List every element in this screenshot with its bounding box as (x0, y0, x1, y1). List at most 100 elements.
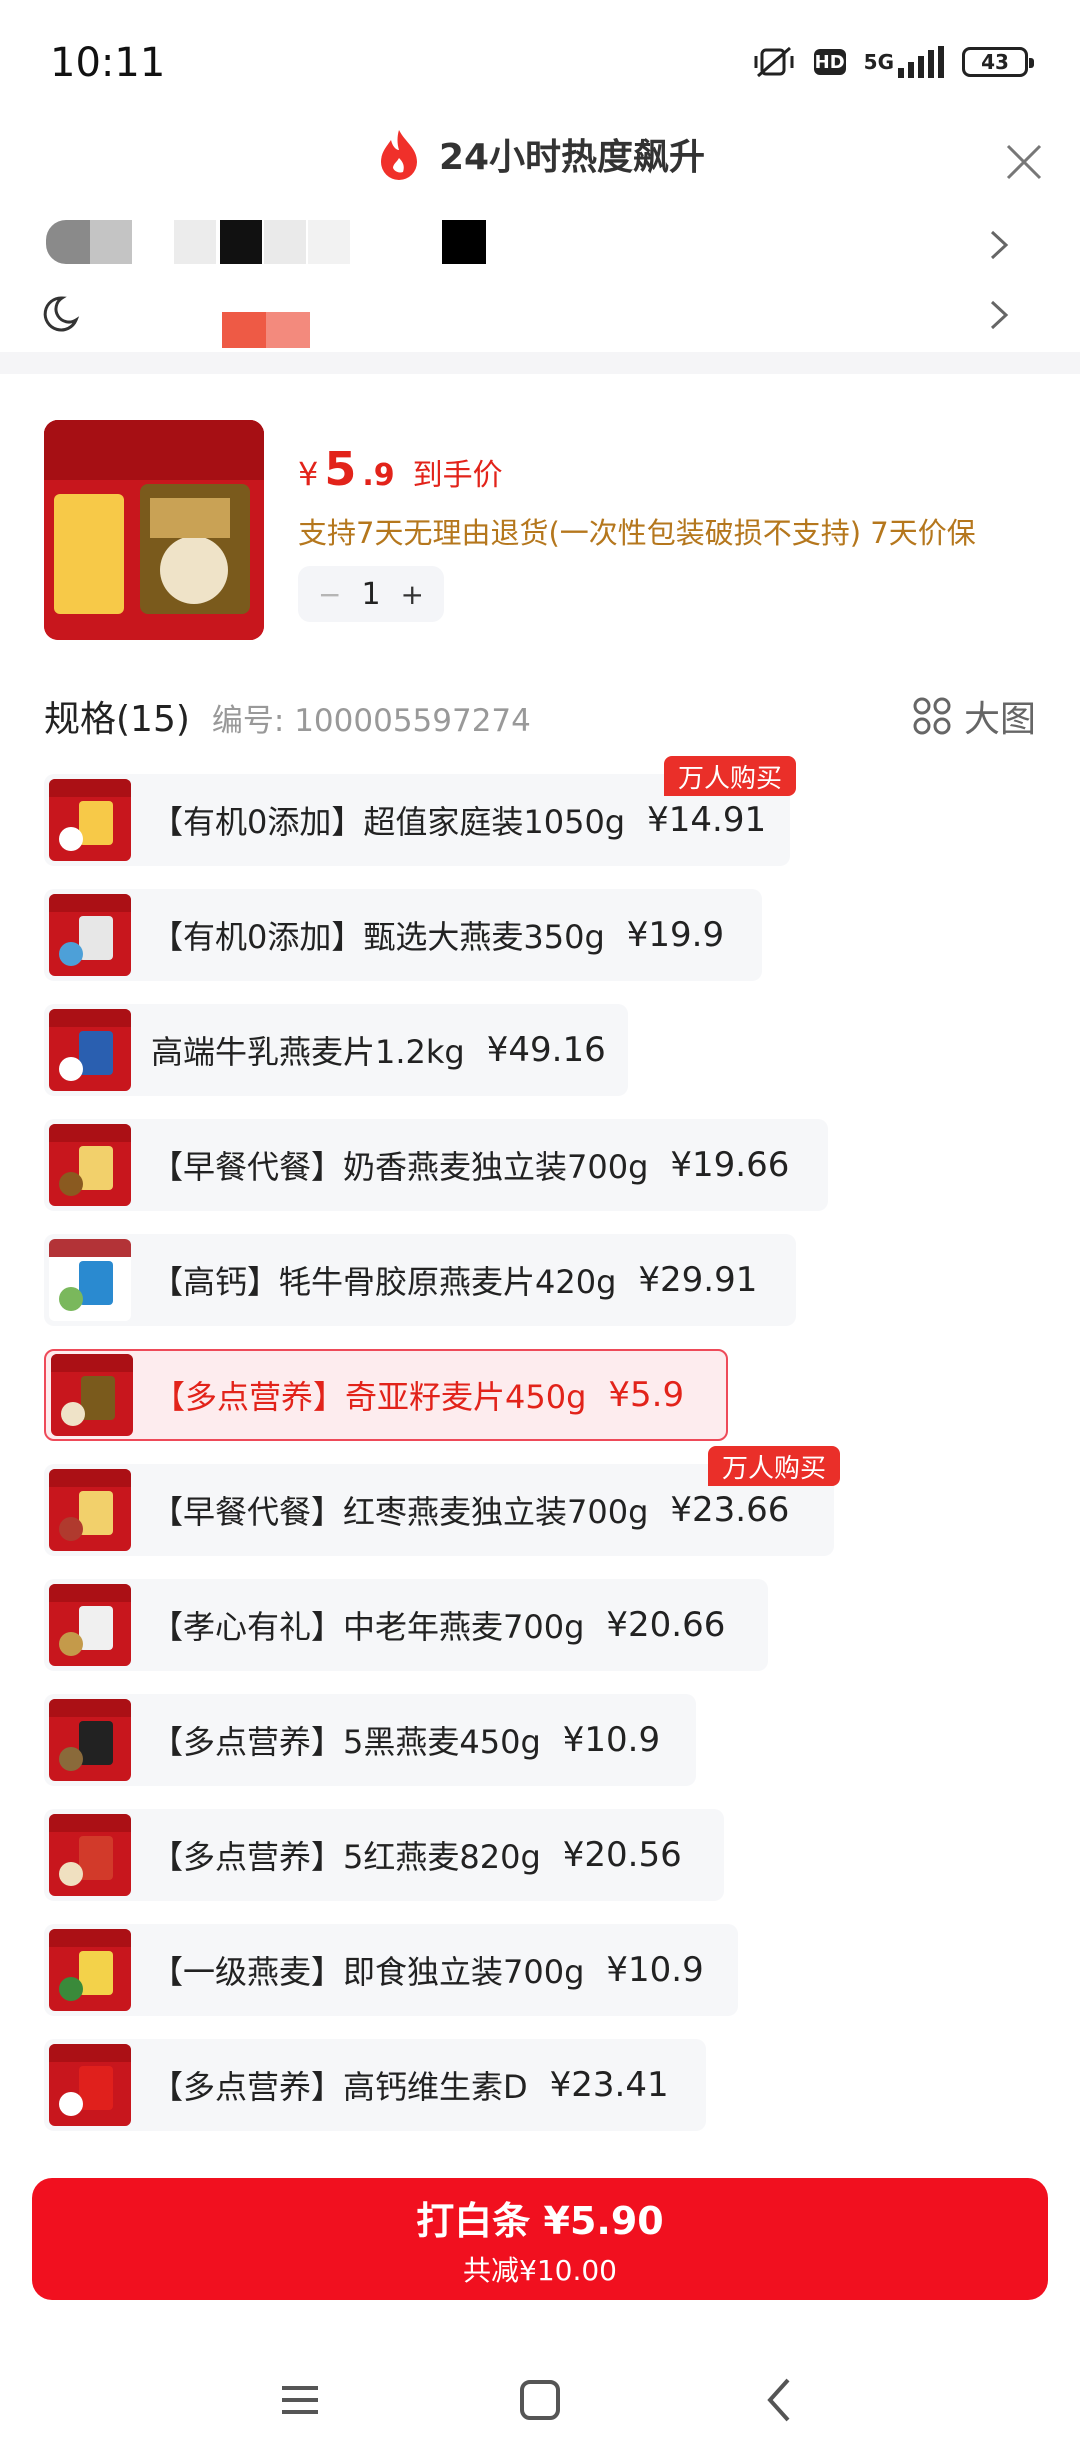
popular-tag: 万人购买 (708, 1446, 841, 1486)
address-row[interactable] (40, 214, 1040, 274)
status-bar: 10:11 HD 5G 43 (0, 0, 1080, 120)
spec-option[interactable]: 【早餐代餐】奶香燕麦独立装700g ¥19.66 (44, 1119, 828, 1211)
big-image-label: 大图 (963, 699, 1036, 740)
signal-icon: 5G (864, 46, 944, 78)
spec-option[interactable]: 【高钙】牦牛骨胶原燕麦片420g ¥29.91 (44, 1234, 796, 1326)
redacted-block (90, 220, 132, 264)
discount-label: 共减¥10.00 (463, 2253, 617, 2287)
spec-price: ¥14.91 (647, 800, 767, 840)
price-currency: ¥ (298, 455, 319, 493)
quantity-stepper: − 1 + (298, 566, 444, 622)
chevron-right-icon (990, 300, 1009, 330)
spec-label: 【高钙】牦牛骨胶原燕麦片420g (151, 1263, 617, 1301)
spec-thumbnail (49, 1929, 131, 2011)
battery-icon: 43 (962, 47, 1034, 77)
spec-label: 【孝心有礼】中老年燕麦700g (151, 1608, 585, 1646)
network-type: 5G (863, 50, 894, 74)
redacted-block (222, 312, 268, 348)
spec-label: 【早餐代餐】奶香燕麦独立装700g (151, 1148, 649, 1186)
spec-label: 【多点营养】5红燕麦820g (151, 1838, 541, 1876)
delivery-row[interactable] (40, 288, 1040, 348)
spec-option[interactable]: 【多点营养】奇亚籽麦片450g ¥5.9 (44, 1349, 728, 1441)
close-button[interactable] (1002, 140, 1046, 184)
system-nav-bar (0, 2360, 1080, 2460)
spec-thumbnail (49, 1699, 131, 1781)
spec-price: ¥49.16 (486, 1030, 606, 1070)
spec-label: 【多点营养】奇亚籽麦片450g (153, 1378, 587, 1416)
spec-label: 【早餐代餐】红枣燕麦独立装700g (151, 1493, 649, 1531)
spec-thumbnail (49, 1469, 131, 1551)
decrease-button[interactable]: − (318, 578, 341, 611)
spec-header: 规格(15) 编号: 100005597274 (44, 690, 531, 742)
status-time: 10:11 (50, 40, 166, 86)
price-display: ¥ 5 .9 到手价 (298, 442, 503, 496)
buy-button[interactable]: 打白条 ¥5.90 共减¥10.00 (32, 2178, 1048, 2300)
redacted-block (174, 220, 216, 264)
mute-vibrate-icon (752, 44, 796, 80)
spec-option[interactable]: 【多点营养】5红燕麦820g ¥20.56 (44, 1809, 724, 1901)
spec-thumbnail (49, 2044, 131, 2126)
redacted-block (308, 220, 350, 264)
spec-label: 【一级燕麦】即食独立装700g (151, 1953, 585, 1991)
flame-icon (375, 128, 423, 180)
status-icons: HD 5G 43 (752, 44, 1034, 80)
back-icon[interactable] (750, 2370, 810, 2430)
spec-option[interactable]: 【有机0添加】甄选大燕麦350g ¥19.9 (44, 889, 762, 981)
spec-price: ¥10.9 (562, 1720, 661, 1760)
close-icon (1006, 144, 1042, 180)
spec-thumbnail (49, 1584, 131, 1666)
product-code: 编号: 100005597274 (211, 703, 531, 739)
price-decimal: .9 (362, 458, 395, 493)
spec-label: 【多点营养】高钙维生素D (151, 2068, 528, 2106)
spec-thumbnail (49, 894, 131, 976)
hd-icon: HD (813, 49, 846, 75)
buy-label: 打白条 ¥5.90 (416, 2198, 664, 2243)
spec-option[interactable]: 【多点营养】高钙维生素D ¥23.41 (44, 2039, 706, 2131)
header: 24小时热度飙升 (0, 128, 1080, 180)
spec-option[interactable]: 【孝心有礼】中老年燕麦700g ¥20.66 (44, 1579, 768, 1671)
spec-label: 高端牛乳燕麦片1.2kg (151, 1033, 465, 1071)
service-guarantee: 支持7天无理由退货(一次性包装破损不支持) 7天价保 (298, 516, 976, 550)
spec-thumbnail (49, 1124, 131, 1206)
quantity-value[interactable]: 1 (361, 577, 380, 612)
spec-price: ¥23.41 (549, 2065, 669, 2105)
redacted-block (46, 220, 92, 264)
spec-price: ¥20.66 (606, 1605, 726, 1645)
page-title: 24小时热度飙升 (438, 137, 706, 178)
popular-tag: 万人购买 (664, 756, 797, 796)
chevron-right-icon (990, 230, 1009, 260)
spec-thumbnail (49, 779, 131, 861)
redacted-block (220, 220, 262, 264)
redacted-block (442, 220, 486, 264)
spec-thumbnail (49, 1009, 131, 1091)
spec-label: 【多点营养】5黑燕麦450g (151, 1723, 541, 1761)
redacted-block (266, 312, 310, 348)
spec-thumbnail (51, 1354, 133, 1436)
product-image[interactable] (44, 420, 264, 640)
spec-label: 【有机0添加】超值家庭装1050g (151, 803, 626, 841)
price-label: 到手价 (412, 458, 503, 493)
spec-option[interactable]: 【一级燕麦】即食独立装700g ¥10.9 (44, 1924, 738, 2016)
section-divider (0, 352, 1080, 374)
spec-title: 规格(15) (44, 699, 190, 740)
spec-label: 【有机0添加】甄选大燕麦350g (151, 918, 605, 956)
spec-price: ¥20.56 (562, 1835, 682, 1875)
moon-icon (40, 294, 80, 334)
increase-button[interactable]: + (401, 578, 424, 611)
spec-thumbnail (49, 1239, 131, 1321)
spec-option[interactable]: 高端牛乳燕麦片1.2kg ¥49.16 (44, 1004, 628, 1096)
home-icon[interactable] (510, 2370, 570, 2430)
spec-price: ¥23.66 (670, 1490, 790, 1530)
spec-price: ¥29.91 (638, 1260, 758, 1300)
grid-icon (913, 697, 951, 735)
menu-icon[interactable] (270, 2370, 330, 2430)
big-image-toggle[interactable]: 大图 (912, 690, 1036, 742)
spec-price: ¥19.9 (626, 915, 725, 955)
spec-thumbnail (49, 1814, 131, 1896)
spec-price: ¥19.66 (670, 1145, 790, 1185)
spec-option[interactable]: 【多点营养】5黑燕麦450g ¥10.9 (44, 1694, 696, 1786)
price-integer: 5 (324, 442, 357, 496)
spec-price: ¥10.9 (606, 1950, 704, 1990)
redacted-block (264, 220, 306, 264)
spec-price: ¥5.9 (608, 1375, 685, 1415)
